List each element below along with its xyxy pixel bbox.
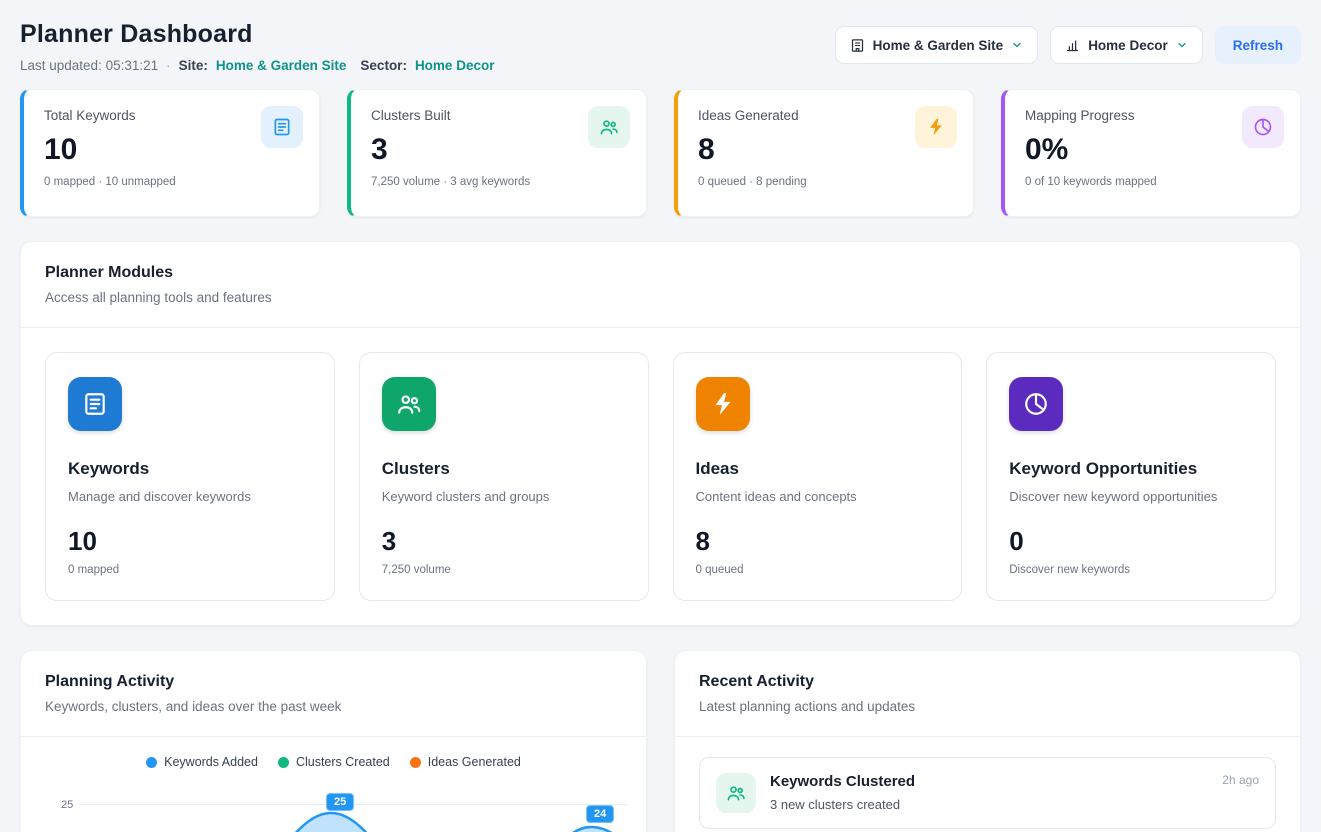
- module-sub: Discover new keywords: [1009, 564, 1253, 576]
- module-description: Discover new keyword opportunities: [1009, 489, 1253, 504]
- planner-modules-header: Planner Modules Access all planning tool…: [21, 242, 1300, 327]
- users-icon: [382, 377, 436, 431]
- panel-title: Recent Activity: [699, 673, 1276, 691]
- module-title: Keyword Opportunities: [1009, 459, 1253, 479]
- chevron-down-icon: [1011, 39, 1023, 51]
- document-icon: [68, 377, 122, 431]
- page-title: Planner Dashboard: [20, 20, 494, 49]
- users-icon: [716, 773, 756, 813]
- module-value: 10: [68, 526, 312, 557]
- page-header: Planner Dashboard Last updated: 05:31:21…: [20, 20, 1301, 73]
- header-meta: Last updated: 05:31:21 · Site: Home & Ga…: [20, 58, 494, 73]
- bolt-icon: [915, 106, 957, 148]
- module-value: 0: [1009, 526, 1253, 557]
- module-value: 8: [696, 526, 940, 557]
- activity-text: Keywords Clustered 3 new clusters create…: [770, 773, 1208, 812]
- recent-activity-list: Keywords Clustered 3 new clusters create…: [675, 737, 1300, 832]
- panel-subtitle: Keywords, clusters, and ideas over the p…: [45, 699, 622, 714]
- sector-link[interactable]: Home Decor: [415, 58, 495, 73]
- y-axis-tick: 25: [61, 799, 73, 811]
- module-description: Manage and discover keywords: [68, 489, 312, 504]
- bottom-row: Planning Activity Keywords, clusters, an…: [20, 650, 1301, 832]
- recent-activity-header: Recent Activity Latest planning actions …: [675, 651, 1300, 736]
- chart-legend: Keywords Added Clusters Created Ideas Ge…: [21, 737, 646, 769]
- legend-label: Keywords Added: [164, 755, 258, 769]
- panel-subtitle: Access all planning tools and features: [45, 290, 1276, 305]
- module-description: Keyword clusters and groups: [382, 489, 626, 504]
- module-card-clusters[interactable]: Clusters Keyword clusters and groups 3 7…: [359, 352, 649, 601]
- legend-dot-icon: [410, 757, 421, 768]
- data-label-badge: 24: [586, 805, 614, 823]
- stat-card-mapping-progress: Mapping Progress 0% 0 of 10 keywords map…: [1001, 89, 1301, 217]
- legend-item-keywords-added[interactable]: Keywords Added: [146, 755, 258, 769]
- planning-activity-chart: 25 25 24: [21, 785, 646, 832]
- pie-chart-icon: [1009, 377, 1063, 431]
- activity-timestamp: 2h ago: [1222, 773, 1259, 787]
- module-card-keyword-opportunities[interactable]: Keyword Opportunities Discover new keywo…: [986, 352, 1276, 601]
- module-sub: 0 queued: [696, 564, 940, 576]
- sector-selector-dropdown[interactable]: Home Decor: [1050, 26, 1203, 64]
- module-card-keywords[interactable]: Keywords Manage and discover keywords 10…: [45, 352, 335, 601]
- legend-label: Ideas Generated: [428, 755, 521, 769]
- chevron-down-icon: [1176, 39, 1188, 51]
- activity-title: Keywords Clustered: [770, 773, 1208, 790]
- legend-item-ideas-generated[interactable]: Ideas Generated: [410, 755, 521, 769]
- bar-chart-icon: [1065, 38, 1080, 53]
- header-left: Planner Dashboard Last updated: 05:31:21…: [20, 20, 494, 73]
- module-card-ideas[interactable]: Ideas Content ideas and concepts 8 0 que…: [673, 352, 963, 601]
- legend-dot-icon: [278, 757, 289, 768]
- site-selector-dropdown[interactable]: Home & Garden Site: [835, 26, 1039, 64]
- building-icon: [850, 38, 865, 53]
- module-sub: 0 mapped: [68, 564, 312, 576]
- planning-activity-header: Planning Activity Keywords, clusters, an…: [21, 651, 646, 736]
- refresh-button[interactable]: Refresh: [1215, 26, 1301, 64]
- stat-sub: 0 mapped · 10 unmapped: [44, 176, 299, 188]
- users-icon: [588, 106, 630, 148]
- stat-card-ideas-generated: Ideas Generated 8 0 queued · 8 pending: [674, 89, 974, 217]
- module-title: Clusters: [382, 459, 626, 479]
- area-chart-svg: [79, 785, 639, 832]
- module-title: Ideas: [696, 459, 940, 479]
- stat-sub: 0 queued · 8 pending: [698, 176, 953, 188]
- stat-card-clusters-built: Clusters Built 3 7,250 volume · 3 avg ke…: [347, 89, 647, 217]
- sector-label: Sector:: [360, 58, 407, 73]
- site-link[interactable]: Home & Garden Site: [216, 58, 347, 73]
- module-value: 3: [382, 526, 626, 557]
- last-updated-text: Last updated: 05:31:21: [20, 58, 158, 73]
- stats-row: Total Keywords 10 0 mapped · 10 unmapped…: [20, 89, 1301, 217]
- stat-card-total-keywords: Total Keywords 10 0 mapped · 10 unmapped: [20, 89, 320, 217]
- activity-description: 3 new clusters created: [770, 797, 1208, 812]
- planner-dashboard-page: Planner Dashboard Last updated: 05:31:21…: [0, 0, 1321, 832]
- legend-label: Clusters Created: [296, 755, 390, 769]
- meta-separator: ·: [166, 58, 171, 73]
- modules-grid: Keywords Manage and discover keywords 10…: [21, 328, 1300, 625]
- legend-dot-icon: [146, 757, 157, 768]
- recent-activity-panel: Recent Activity Latest planning actions …: [674, 650, 1301, 832]
- site-selector-label: Home & Garden Site: [873, 38, 1004, 53]
- planning-activity-panel: Planning Activity Keywords, clusters, an…: [20, 650, 647, 832]
- stat-sub: 0 of 10 keywords mapped: [1025, 176, 1280, 188]
- document-icon: [261, 106, 303, 148]
- panel-title: Planning Activity: [45, 673, 622, 691]
- stat-sub: 7,250 volume · 3 avg keywords: [371, 176, 626, 188]
- sector-selector-label: Home Decor: [1088, 38, 1168, 53]
- module-sub: 7,250 volume: [382, 564, 626, 576]
- pie-chart-icon: [1242, 106, 1284, 148]
- panel-title: Planner Modules: [45, 264, 1276, 282]
- site-label: Site:: [179, 58, 208, 73]
- header-actions: Home & Garden Site Home Decor Refresh: [835, 26, 1301, 64]
- legend-item-clusters-created[interactable]: Clusters Created: [278, 755, 390, 769]
- module-title: Keywords: [68, 459, 312, 479]
- activity-item-keywords-clustered: Keywords Clustered 3 new clusters create…: [699, 757, 1276, 829]
- bolt-icon: [696, 377, 750, 431]
- module-description: Content ideas and concepts: [696, 489, 940, 504]
- planner-modules-panel: Planner Modules Access all planning tool…: [20, 241, 1301, 626]
- panel-subtitle: Latest planning actions and updates: [699, 699, 1276, 714]
- data-label-badge: 25: [326, 793, 354, 811]
